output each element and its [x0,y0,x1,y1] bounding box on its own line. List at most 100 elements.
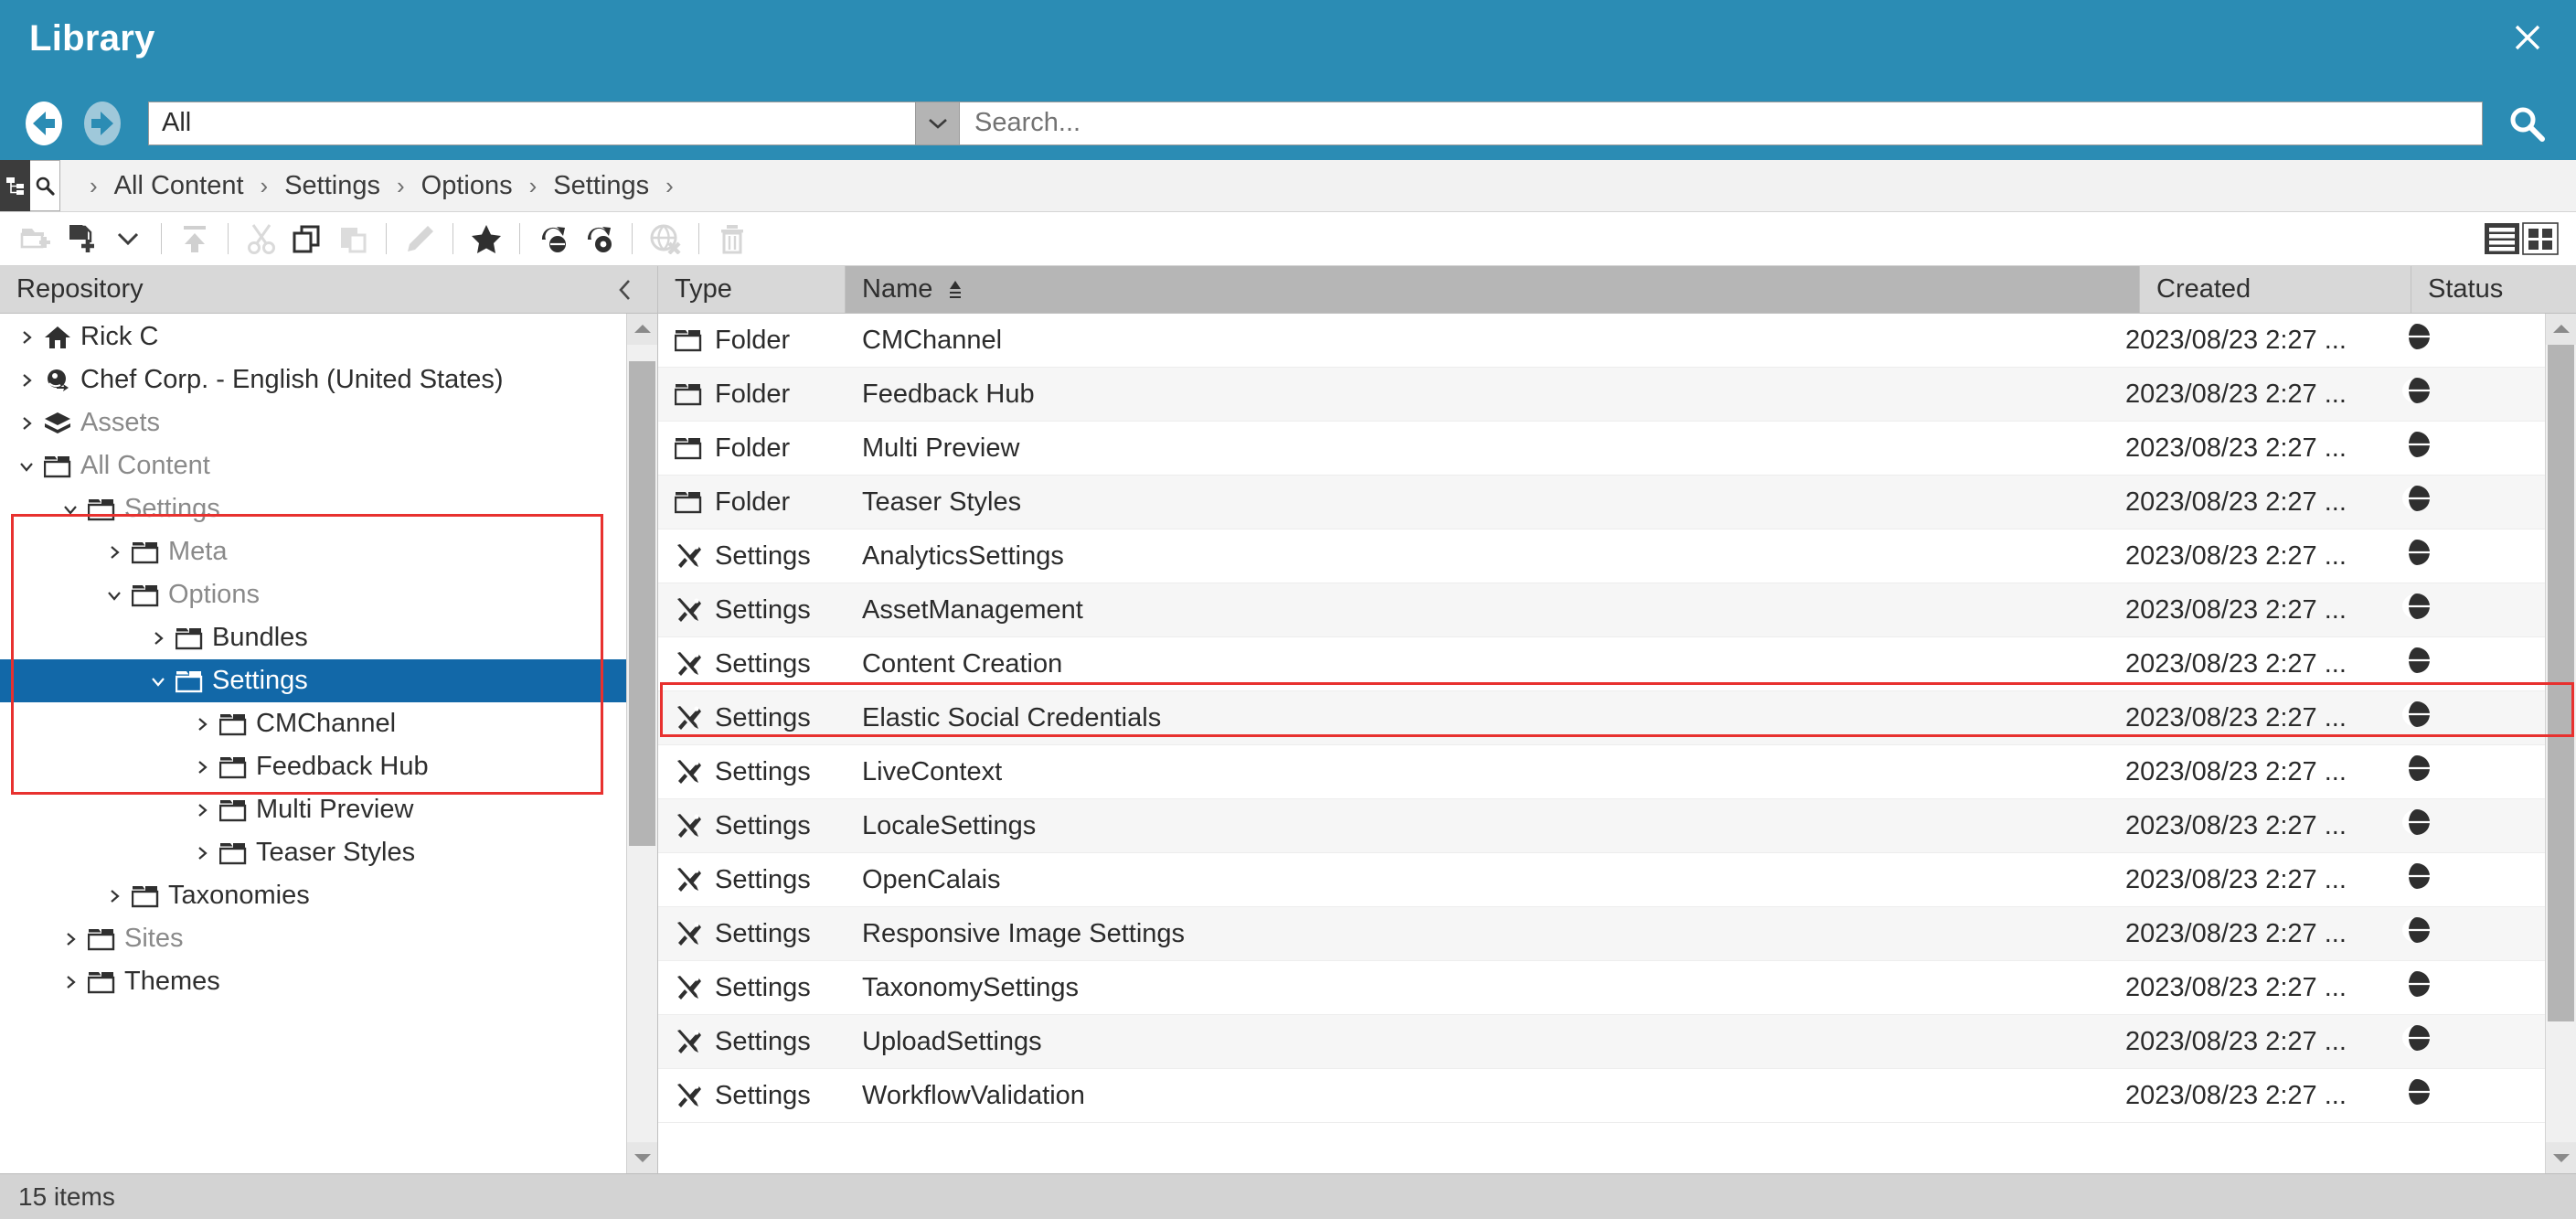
chevron-right-icon[interactable] [101,539,128,566]
tree-node-themes[interactable]: Themes [0,960,626,1003]
forward-icon[interactable] [77,98,128,149]
copy-button[interactable] [287,219,327,259]
edit-button[interactable] [399,219,440,259]
breadcrumb-item-options[interactable]: Options [421,171,513,201]
search-view-icon[interactable] [30,160,60,211]
table-row[interactable]: Settings AnalyticsSettings 2023/08/23 2:27… [658,529,2545,583]
chevron-down-icon[interactable] [57,496,84,523]
tree-node-settings[interactable]: Settings [0,659,626,702]
tree-view-icon[interactable] [0,160,30,211]
scroll-up-icon[interactable] [2546,314,2576,345]
tree-node-chef-corp-english-united-states[interactable]: Chef Corp. - English (United States) [0,358,626,401]
chevron-right-icon[interactable] [188,797,216,824]
chevron-right-icon[interactable] [57,925,84,953]
table-row[interactable]: Folder Feedback Hub 2023/08/23 2:27 ... [658,368,2545,422]
column-header-created[interactable]: Created [2140,266,2411,313]
tree-node-label: Themes [124,967,220,996]
withdraw-button[interactable] [645,219,686,259]
tree-node-assets[interactable]: Assets [0,401,626,444]
tree-node-feedback-hub[interactable]: Feedback Hub [0,745,626,788]
tree-node-sites[interactable]: Sites [0,917,626,960]
chevron-right-icon[interactable] [13,410,40,437]
chevron-right-icon[interactable] [144,625,172,652]
tree-node-label: Sites [124,924,184,953]
search-input[interactable] [960,108,2482,138]
list-view-icon[interactable] [2483,220,2521,257]
column-header-type[interactable]: Type [658,266,846,313]
tree-scrollbar[interactable] [626,314,657,1173]
chevron-down-icon[interactable] [13,453,40,480]
search-field-wrapper[interactable] [960,101,2483,145]
chevron-right-icon[interactable] [13,324,40,351]
tree-node-label: Chef Corp. - English (United States) [80,365,504,394]
table-row[interactable]: Settings Content Creation 2023/08/23 2:27 … [658,637,2545,691]
chevron-right-icon[interactable] [101,882,128,910]
delete-button[interactable] [712,219,752,259]
breadcrumb-item-settings[interactable]: Settings [284,171,380,201]
tree-node-taxonomies[interactable]: Taxonomies [0,874,626,917]
table-row[interactable]: Settings AssetManagement 2023/08/23 2:27 .… [658,583,2545,637]
tree-node-settings[interactable]: Settings [0,487,626,530]
table-row[interactable]: Settings Elastic Social Credentials 2023/0… [658,691,2545,745]
cell-type-label: Settings [715,540,811,571]
cut-button[interactable] [241,219,282,259]
grid-scroll-thumb[interactable] [2548,345,2574,1021]
back-icon[interactable] [18,98,69,149]
new-content-dropdown[interactable] [108,219,148,259]
tree-node-rick-c[interactable]: Rick C [0,315,626,358]
new-content-button[interactable] [62,219,102,259]
table-row[interactable]: Folder Teaser Styles 2023/08/23 2:27 ... [658,476,2545,529]
table-row[interactable]: Settings TaxonomySettings 2023/08/23 2:27 … [658,961,2545,1015]
approve-publish-button[interactable] [579,219,619,259]
chevron-right-icon[interactable] [188,839,216,867]
favorite-button[interactable] [466,219,506,259]
grid-scrollbar[interactable] [2545,314,2576,1173]
tree-node-teaser-styles[interactable]: Teaser Styles [0,831,626,874]
grid-scroll-track[interactable] [2546,345,2576,1142]
column-header-status[interactable]: Status [2411,266,2576,313]
tree-node-label: Feedback Hub [256,752,429,781]
table-row[interactable]: Settings LocaleSettings 2023/08/23 2:27 ..… [658,799,2545,853]
table-row[interactable]: Folder CMChannel 2023/08/23 2:27 ... [658,314,2545,368]
tree-node-cmchannel[interactable]: CMChannel [0,702,626,745]
chevron-right-icon[interactable] [57,968,84,996]
thumbnail-view-icon[interactable] [2521,220,2560,257]
chevron-right-icon[interactable] [188,711,216,738]
chevron-right-icon[interactable] [188,754,216,781]
chevron-right-icon[interactable] [13,367,40,394]
filter-input[interactable] [149,102,915,144]
column-header-name[interactable]: Name [846,266,2140,313]
table-row[interactable]: Settings Responsive Image Settings 2023/08… [658,907,2545,961]
table-row[interactable]: Settings UploadSettings 2023/08/23 2:27 ..… [658,1015,2545,1069]
new-folder-button[interactable] [16,219,57,259]
tree-scroll-track[interactable] [627,345,657,1142]
table-row[interactable]: Settings WorkflowValidation 2023/08/23 2:2… [658,1069,2545,1123]
tree-node-multi-preview[interactable]: Multi Preview [0,788,626,831]
table-row[interactable]: Settings OpenCalais 2023/08/23 2:27 ... [658,853,2545,907]
scroll-up-icon[interactable] [627,314,657,345]
breadcrumb-item-all-content[interactable]: All Content [114,171,244,201]
collapse-panel-icon[interactable] [610,277,641,303]
paste-button[interactable] [333,219,373,259]
chevron-down-icon[interactable] [101,582,128,609]
scroll-down-icon[interactable] [2546,1142,2576,1173]
cell-status [2380,1069,2545,1122]
tree-node-options[interactable]: Options [0,573,626,616]
tree-node-bundles[interactable]: Bundles [0,616,626,659]
close-icon[interactable] [2507,16,2549,59]
upload-button[interactable] [175,219,215,259]
tree-node-all-content[interactable]: All Content [0,444,626,487]
tree-scroll-thumb[interactable] [629,361,655,846]
table-row[interactable]: Settings LiveContext 2023/08/23 2:27 ... [658,745,2545,799]
search-icon[interactable] [2499,96,2554,151]
column-header-created-label: Created [2156,274,2251,304]
chevron-down-icon[interactable] [144,668,172,695]
breadcrumb-item-settings-current[interactable]: Settings [553,171,649,201]
scroll-down-icon[interactable] [627,1142,657,1173]
filter-combobox[interactable] [148,101,960,145]
table-row[interactable]: Folder Multi Preview 2023/08/23 2:27 ... [658,422,2545,476]
publish-button[interactable] [533,219,573,259]
tree-node-meta[interactable]: Meta [0,530,626,573]
chevron-down-icon[interactable] [915,102,959,144]
cell-type: Settings [658,853,846,906]
